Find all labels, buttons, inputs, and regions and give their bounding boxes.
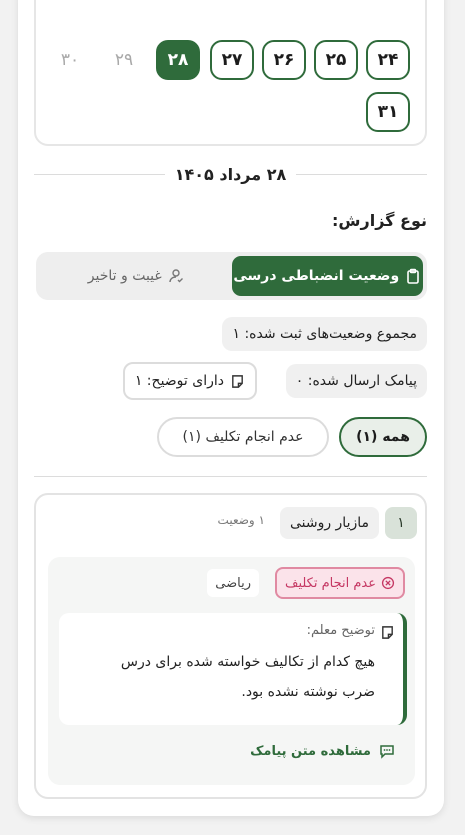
calendar-day[interactable]: ۲۶ (262, 40, 306, 80)
summary-notes-text: دارای توضیح: ۱ (134, 373, 224, 389)
tab-discipline[interactable]: وضعیت انضباطی درسی (231, 256, 423, 296)
student-name: مازیار روشنی (279, 507, 379, 539)
divider-line (34, 173, 165, 175)
report-type-label: نوع گزارش: (332, 211, 427, 230)
tab-discipline-label: وضعیت انضباطی درسی (233, 268, 400, 284)
message-icon (380, 745, 394, 759)
divider-line (296, 173, 427, 175)
selected-date-label: ۲۸ مرداد ۱۴۰۵ (174, 164, 287, 184)
status-tag-label: عدم انجام تکلیف (284, 575, 376, 591)
filter-all[interactable]: همه (۱) (339, 417, 427, 457)
section-divider (34, 476, 427, 477)
filter-no-homework[interactable]: عدم انجام تکلیف (۱) (157, 417, 329, 457)
view-sms-link[interactable]: مشاهده متن پیامک (250, 743, 395, 759)
calendar-day[interactable]: ۲۴ (366, 40, 410, 80)
note-body: هیچ کدام از تکالیف خواسته شده برای درس ض… (120, 654, 375, 700)
status-details: عدم انجام تکلیف ریاضی توضیح معلم: هیچ کد… (48, 557, 415, 785)
report-type-toggle: وضعیت انضباطی درسی غیبت و تاخیر (36, 252, 427, 300)
selected-date-divider: ۲۸ مرداد ۱۴۰۵ (34, 162, 427, 186)
status-count: ۱ وضعیت (217, 513, 265, 527)
subject-tag: ریاضی (207, 569, 259, 597)
status-tag: عدم انجام تکلیف (274, 567, 405, 599)
summary-total: مجموع وضعیت‌های ثبت شده: ۱ (222, 317, 427, 351)
calendar-day[interactable]: ۳۱ (366, 92, 410, 132)
note-icon (232, 374, 243, 388)
user-check-icon (169, 269, 183, 283)
summary-notes: دارای توضیح: ۱ (122, 362, 257, 400)
calendar-day[interactable]: ۲۷ (210, 40, 254, 80)
student-record-card: ۱ مازیار روشنی ۱ وضعیت عدم انجام تکلیف ر… (34, 493, 427, 799)
clipboard-icon (407, 268, 419, 284)
note-title: توضیح معلم: (306, 623, 375, 638)
note-icon (382, 626, 393, 639)
calendar-day[interactable]: ۳۰ (48, 40, 92, 80)
tab-absence[interactable]: غیبت و تاخیر (40, 256, 232, 296)
x-circle-icon (381, 576, 395, 590)
calendar-day-selected[interactable]: ۲۸ (156, 40, 200, 80)
calendar-day[interactable]: ۲۹ (102, 40, 146, 80)
calendar-day[interactable]: ۲۵ (314, 40, 358, 80)
tab-absence-label: غیبت و تاخیر (87, 268, 162, 284)
record-index: ۱ (385, 507, 417, 539)
summary-sms-text: پیامک ارسال شده: ۰ (295, 373, 417, 389)
summary-total-text: مجموع وضعیت‌های ثبت شده: ۱ (232, 326, 417, 342)
teacher-note: توضیح معلم: هیچ کدام از تکالیف خواسته شد… (59, 613, 407, 725)
view-sms-label: مشاهده متن پیامک (250, 743, 371, 759)
summary-sms: پیامک ارسال شده: ۰ (285, 364, 427, 398)
calendar-card: ۲۳ ۲۲ ۲۱ ۲۰ ۱۹ ۱۸ ۱۷ ۳۰ ۲۹ ۲۸ ۲۷ ۲۶ ۲۵ ۲… (34, 0, 427, 146)
